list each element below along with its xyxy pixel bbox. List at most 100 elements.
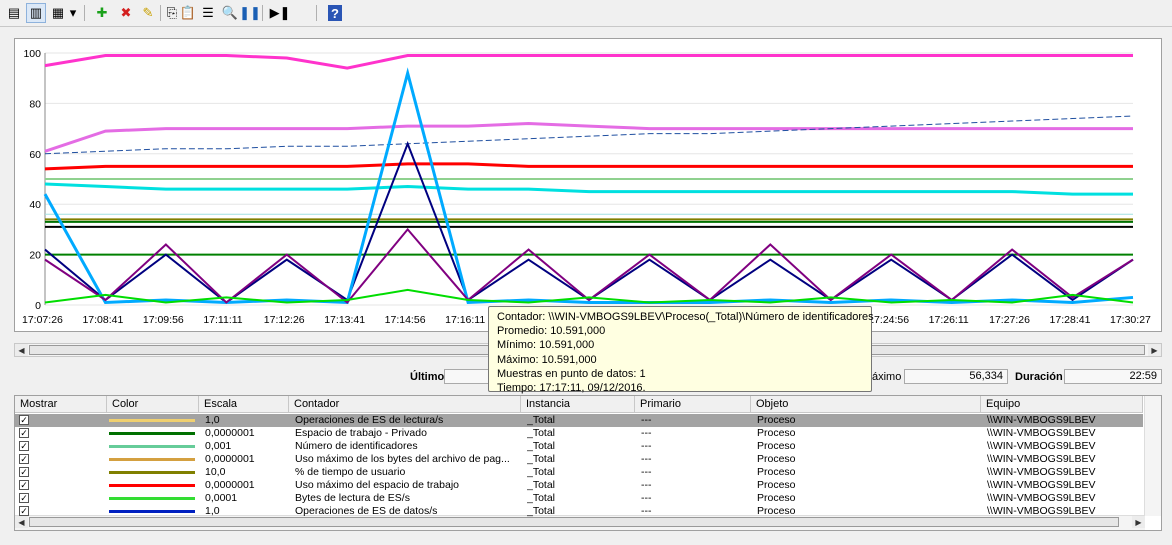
series-line-10[interactable] [44, 54, 1133, 70]
x-tick-label: 17:24:56 [868, 314, 910, 326]
cell-scale: 0,001 [205, 440, 232, 452]
column-header-color[interactable]: Color [107, 396, 199, 413]
show-checkbox[interactable]: ✓ [19, 454, 29, 464]
counter-row[interactable]: ✓ 0,0000001 Espacio de trabajo - Privado _T… [15, 427, 1143, 440]
cell-instance: _Total [527, 479, 556, 491]
counter-row[interactable]: ✓ 1,0 Operaciones de ES de lectura/s _Total… [15, 414, 1143, 427]
cell-object: Proceso [757, 492, 796, 504]
counter-row[interactable]: ✓ 1,0 Operaciones de ES de datos/s _Total --… [15, 505, 1143, 518]
show-checkbox[interactable]: ✓ [19, 441, 29, 451]
add-counter-icon[interactable]: ✚ [92, 3, 112, 23]
cell-computer: \\WIN-VMBOGS9LBEV [987, 492, 1096, 504]
color-swatch[interactable] [109, 458, 195, 461]
tooltip-maximum: Máximo: 10.591,000 [497, 353, 597, 366]
toolbar-separator [316, 5, 317, 21]
dropdown-arrow-icon[interactable]: ▾ [68, 3, 78, 23]
color-swatch[interactable] [109, 471, 195, 474]
x-tick-label: 17:09:56 [142, 314, 184, 326]
cell-object: Proceso [757, 505, 796, 517]
help-icon[interactable]: ? [328, 5, 342, 21]
cell-counter: Espacio de trabajo - Privado [295, 427, 427, 439]
column-header-primario[interactable]: Primario [635, 396, 751, 413]
cell-computer: \\WIN-VMBOGS9LBEV [987, 440, 1096, 452]
cell-counter: Operaciones de ES de lectura/s [295, 414, 444, 426]
counter-row[interactable]: ✓ 0,0000001 Uso máximo del espacio de trab… [15, 479, 1143, 492]
series-line-3[interactable] [44, 182, 1133, 196]
cell-object: Proceso [757, 414, 796, 426]
properties-icon[interactable]: ☰ [198, 3, 218, 23]
counter-row[interactable]: ✓ 0,0000001 Uso máximo de los bytes del ar… [15, 453, 1143, 466]
column-header-mostrar[interactable]: Mostrar [15, 396, 107, 413]
column-header-instancia[interactable]: Instancia [521, 396, 635, 413]
color-swatch[interactable] [109, 432, 195, 435]
cell-parent: --- [641, 479, 652, 491]
x-tick-label: 17:27:26 [989, 314, 1030, 326]
series-line-13[interactable] [44, 227, 1134, 304]
y-tick-label: 20 [29, 250, 41, 262]
column-header-escala[interactable]: Escala [199, 396, 289, 413]
color-swatch[interactable] [109, 497, 195, 500]
view-graph-icon[interactable]: ▤ [4, 3, 24, 23]
cell-object: Proceso [757, 466, 796, 478]
performance-graph[interactable]: 100 80 60 40 20 0 [14, 38, 1162, 332]
cell-scale: 1,0 [205, 414, 220, 426]
show-checkbox[interactable]: ✓ [19, 480, 29, 490]
show-checkbox[interactable]: ✓ [19, 467, 29, 477]
tooltip-time: Tiempo: 17:17:11, 09/12/2016. [497, 382, 646, 395]
paste-counter-list-icon[interactable]: 📋 [178, 3, 198, 23]
counter-row[interactable]: ✓ 0,001 Número de identificadores _Total ---… [15, 440, 1143, 453]
counter-row[interactable]: ✓ 0,0001 Bytes de lectura de ES/s _Total ---… [15, 492, 1143, 505]
change-graph-type-icon[interactable]: ▦ [48, 3, 68, 23]
duration-label: Duración [1015, 371, 1063, 383]
x-tick-label: 17:16:11 [445, 314, 486, 326]
counter-row[interactable]: ✓ 10,0 % de tiempo de usuario _Total --- Proc… [15, 466, 1143, 479]
cell-computer: \\WIN-VMBOGS9LBEV [987, 427, 1096, 439]
freeze-display-icon[interactable]: ❚❚ [239, 3, 261, 23]
zoom-icon[interactable]: 🔍 [220, 3, 240, 23]
cell-instance: _Total [527, 414, 556, 426]
cell-counter: Uso máximo de los bytes del archivo de p… [295, 453, 510, 465]
cell-instance: _Total [527, 440, 556, 452]
series-line-1[interactable] [44, 162, 1133, 171]
max-value: 56,334 [904, 369, 1008, 384]
y-tick-label: 40 [29, 199, 41, 211]
list-vertical-scrollbar[interactable] [1144, 396, 1161, 516]
view-histogram-icon[interactable]: ▥ [26, 3, 46, 23]
cell-parent: --- [641, 453, 652, 465]
series-line-0[interactable] [44, 122, 1133, 153]
cell-counter: % de tiempo de usuario [295, 466, 406, 478]
cell-parent: --- [641, 427, 652, 439]
color-swatch[interactable] [109, 484, 195, 487]
cell-parent: --- [641, 440, 652, 452]
tooltip-samples: Muestras en punto de datos: 1 [497, 367, 646, 380]
column-header-equipo[interactable]: Equipo [981, 396, 1143, 413]
y-tick-label: 0 [35, 300, 41, 312]
scroll-left-icon[interactable]: ◀ [15, 344, 28, 356]
column-header-objeto[interactable]: Objeto [751, 396, 981, 413]
color-swatch[interactable] [109, 510, 195, 513]
series-line-2[interactable] [44, 115, 1134, 155]
list-scroll-thumb[interactable] [29, 517, 1119, 527]
scroll-right-icon[interactable]: ▶ [1148, 344, 1161, 356]
show-checkbox[interactable]: ✓ [19, 493, 29, 503]
color-swatch[interactable] [109, 445, 195, 448]
update-data-icon[interactable]: ▶❚ [270, 3, 291, 23]
x-tick-label: 17:26:11 [928, 314, 969, 326]
x-tick-label: 17:13:41 [324, 314, 366, 326]
delete-counter-icon[interactable]: ✖ [116, 3, 136, 23]
highlight-icon[interactable]: ✎ [138, 3, 158, 23]
cell-object: Proceso [757, 453, 796, 465]
show-checkbox[interactable]: ✓ [19, 415, 29, 425]
counter-list[interactable]: ◀ ▶ Mostrar Color Escala Contador Instancia P… [14, 395, 1162, 531]
cell-counter: Número de identificadores [295, 440, 418, 452]
x-tick-label: 17:07:26 [22, 314, 63, 326]
counter-tooltip: Contador: \\WIN-VMBOGS9LBEV\Proceso(_Tot… [488, 306, 874, 395]
color-swatch[interactable] [109, 419, 195, 422]
cell-object: Proceso [757, 427, 796, 439]
show-checkbox[interactable]: ✓ [19, 428, 29, 438]
y-tick-label: 100 [23, 48, 41, 60]
column-header-contador[interactable]: Contador [289, 396, 521, 413]
cell-instance: _Total [527, 466, 556, 478]
cell-scale: 1,0 [205, 505, 220, 517]
show-checkbox[interactable]: ✓ [19, 506, 29, 516]
